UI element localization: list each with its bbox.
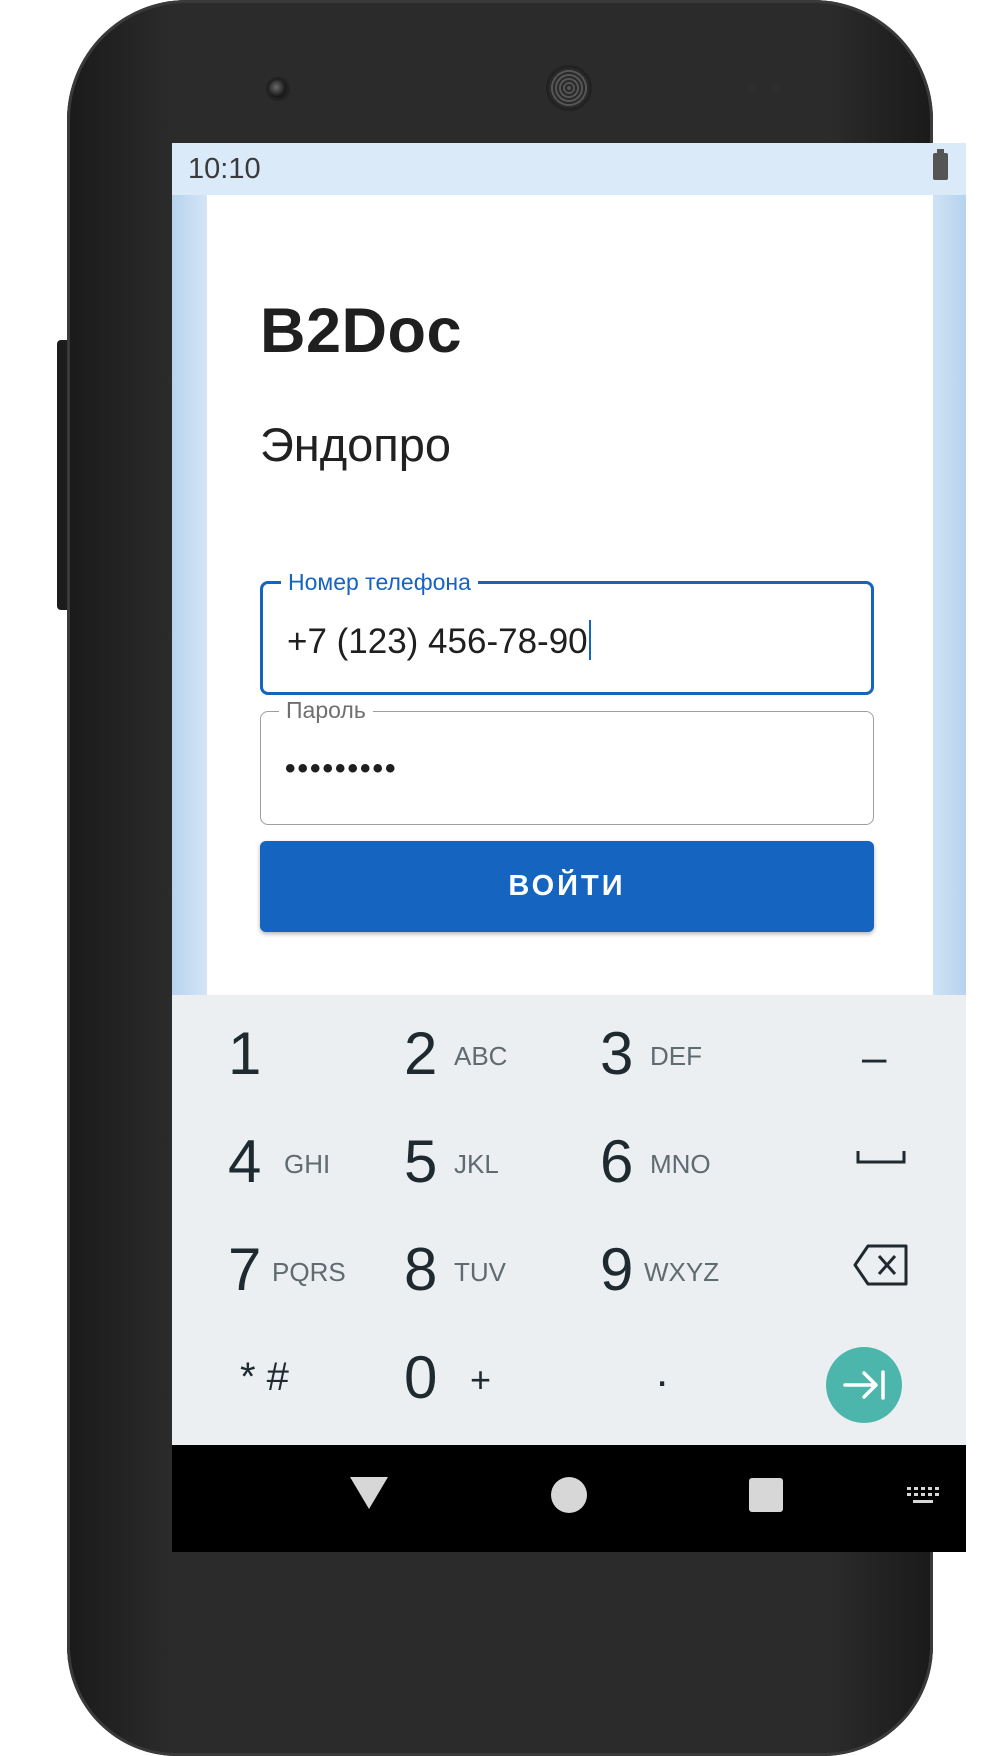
key-letters: DEF bbox=[650, 1041, 702, 1071]
phone-frame: 10:10 B2Doc Эндопро Номер телефона +7 (1… bbox=[67, 0, 966, 1756]
numeric-keyboard: 1 2 ABC 3 DEF – 4 GHI 5 JKL 6 MNO 7 PQRS… bbox=[172, 995, 966, 1445]
key-digit: 1 bbox=[228, 1020, 262, 1087]
password-field[interactable]: Пароль ••••••••• bbox=[260, 695, 874, 825]
key-star-hash[interactable]: * # bbox=[172, 1319, 368, 1427]
key-digit: 4 bbox=[228, 1128, 262, 1195]
phone-input[interactable]: +7 (123) 456-78-90 bbox=[287, 620, 591, 662]
phone-field[interactable]: Номер телефона +7 (123) 456-78-90 bbox=[260, 567, 874, 695]
key-space[interactable] bbox=[760, 1103, 956, 1211]
key-digit: 5 bbox=[404, 1128, 438, 1195]
space-icon bbox=[856, 1151, 906, 1164]
key-1[interactable]: 1 bbox=[172, 995, 368, 1103]
back-icon[interactable] bbox=[350, 1477, 388, 1509]
key-letters: TUV bbox=[454, 1257, 506, 1287]
key-2[interactable]: 2 ABC bbox=[368, 995, 564, 1103]
key-9[interactable]: 9 WXYZ bbox=[564, 1211, 760, 1319]
key-digit: 6 bbox=[600, 1128, 634, 1195]
sensor-icon bbox=[770, 83, 780, 93]
key-letters: WXYZ bbox=[644, 1257, 720, 1287]
battery-icon bbox=[933, 149, 948, 180]
go-button[interactable] bbox=[826, 1347, 902, 1423]
phone-field-label: Номер телефона bbox=[281, 567, 478, 597]
key-digit: 8 bbox=[404, 1236, 438, 1303]
key-digit: 7 bbox=[228, 1236, 262, 1303]
next-field-icon bbox=[843, 1370, 885, 1400]
status-bar: 10:10 bbox=[172, 143, 966, 195]
app-subtitle: Эндопро bbox=[260, 418, 452, 471]
login-card: B2Doc Эндопро Номер телефона +7 (123) 45… bbox=[207, 195, 933, 995]
key-3[interactable]: 3 DEF bbox=[564, 995, 760, 1103]
key-4[interactable]: 4 GHI bbox=[172, 1103, 368, 1211]
key-0[interactable]: 0 + bbox=[368, 1319, 564, 1427]
recents-icon[interactable] bbox=[749, 1478, 783, 1512]
backspace-icon bbox=[853, 1244, 908, 1286]
key-symbol: * # bbox=[240, 1355, 289, 1399]
key-letters: JKL bbox=[454, 1149, 499, 1179]
key-5[interactable]: 5 JKL bbox=[368, 1103, 564, 1211]
key-digit: 2 bbox=[404, 1020, 438, 1087]
login-button[interactable]: ВОЙТИ bbox=[260, 841, 874, 932]
key-digit: 9 bbox=[600, 1236, 634, 1303]
key-letters: + bbox=[470, 1359, 492, 1400]
key-letters: GHI bbox=[284, 1149, 331, 1179]
keyboard-switch-icon[interactable] bbox=[905, 1485, 941, 1507]
text-cursor bbox=[588, 620, 591, 660]
key-backspace[interactable] bbox=[760, 1211, 956, 1319]
key-digit: 3 bbox=[600, 1020, 634, 1087]
home-icon[interactable] bbox=[551, 1477, 587, 1513]
navigation-bar bbox=[172, 1445, 966, 1552]
password-input[interactable]: ••••••••• bbox=[285, 752, 398, 786]
app-title: B2Doc bbox=[260, 296, 463, 366]
key-symbol: – bbox=[862, 1033, 887, 1082]
key-6[interactable]: 6 MNO bbox=[564, 1103, 760, 1211]
key-period[interactable]: . bbox=[564, 1319, 760, 1427]
key-letters: PQRS bbox=[272, 1257, 346, 1287]
front-camera-icon bbox=[269, 80, 287, 98]
key-minus[interactable]: – bbox=[760, 995, 956, 1103]
screen: 10:10 B2Doc Эндопро Номер телефона +7 (1… bbox=[172, 143, 966, 1552]
key-symbol: . bbox=[656, 1347, 669, 1396]
key-digit: 0 bbox=[404, 1344, 438, 1411]
key-letters: MNO bbox=[650, 1149, 711, 1179]
sensor-icon bbox=[748, 83, 758, 93]
key-7[interactable]: 7 PQRS bbox=[172, 1211, 368, 1319]
key-letters: ABC bbox=[454, 1041, 508, 1071]
password-field-label: Пароль bbox=[279, 695, 373, 725]
key-8[interactable]: 8 TUV bbox=[368, 1211, 564, 1319]
phone-input-value: +7 (123) 456-78-90 bbox=[287, 622, 588, 661]
speaker-icon bbox=[549, 68, 589, 108]
status-time: 10:10 bbox=[188, 153, 261, 185]
